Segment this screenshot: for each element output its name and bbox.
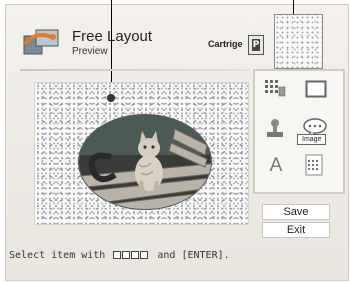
layout-thumbnail bbox=[274, 14, 323, 69]
page-subtitle: Preview bbox=[72, 46, 108, 57]
image-grid-icon[interactable] bbox=[264, 79, 286, 97]
calendar-icon[interactable] bbox=[305, 154, 323, 176]
cartridge-label: Cartrige bbox=[208, 39, 243, 49]
right-arrow-key-icon bbox=[122, 251, 131, 259]
status-hint: Select item with and [ENTER]. bbox=[9, 250, 230, 262]
status-suffix: and [ENTER]. bbox=[157, 250, 230, 261]
tool-tooltip: Image bbox=[297, 134, 327, 145]
save-button[interactable]: Save bbox=[262, 204, 330, 220]
left-arrow-key-icon bbox=[113, 251, 122, 259]
down-arrow-key-icon bbox=[140, 251, 149, 259]
free-layout-icon bbox=[23, 29, 59, 55]
svg-text:A: A bbox=[270, 155, 283, 175]
text-icon[interactable]: A bbox=[266, 153, 286, 175]
cartridge-icon: P bbox=[248, 35, 264, 55]
stamp-icon[interactable] bbox=[265, 118, 285, 138]
status-prefix: Select item with bbox=[9, 250, 106, 261]
arrow-keys-icon bbox=[113, 251, 149, 262]
cat-on-bench-photo bbox=[79, 115, 211, 209]
photo-oval-frame[interactable] bbox=[78, 114, 212, 210]
exit-button[interactable]: Exit bbox=[262, 222, 330, 238]
frame-icon[interactable] bbox=[305, 80, 327, 98]
cartridge-letter: P bbox=[252, 39, 260, 51]
page-title: Free Layout bbox=[72, 28, 153, 45]
header-divider bbox=[20, 69, 250, 71]
up-arrow-key-icon bbox=[131, 251, 140, 259]
canvas-marker-dot bbox=[107, 94, 115, 102]
